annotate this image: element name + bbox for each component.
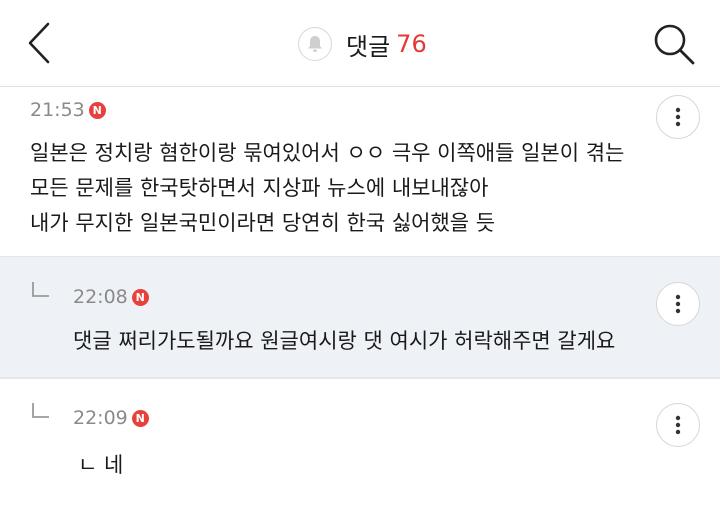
bell-icon xyxy=(308,36,322,52)
header-bar: 댓글 76 xyxy=(0,0,720,87)
notification-toggle[interactable] xyxy=(298,27,332,61)
comment-item: 21:53 N 일본은 정치랑 혐한이랑 묶여있어서 ㅇㅇ 극우 이쪽애들 일본… xyxy=(0,87,720,257)
page-title: 댓글 xyxy=(346,32,391,61)
comment-more-button[interactable] xyxy=(656,282,700,326)
more-vertical-icon xyxy=(675,415,681,435)
search-button[interactable] xyxy=(650,20,698,68)
new-badge: N xyxy=(131,288,149,306)
comment-meta: 22:08 N xyxy=(73,286,149,308)
more-vertical-icon xyxy=(675,294,681,314)
new-badge: N xyxy=(88,101,106,119)
new-badge: N xyxy=(131,409,149,427)
reply-comment-item: 22:08 N 댓글 쩌리가도될까요 원글여시랑 댓 여시가 허락해주면 갈게요 xyxy=(0,257,720,378)
reply-comment-item: 22:09 N ㄴ 네 xyxy=(0,378,720,514)
comment-text-line: 일본은 정치랑 혐한이랑 묶여있어서 ㅇㅇ 극우 이쪽애들 일본이 겪는 xyxy=(30,141,625,165)
back-button[interactable] xyxy=(22,20,62,66)
more-vertical-icon xyxy=(675,107,681,127)
comment-meta: 21:53 N xyxy=(30,99,106,121)
comment-meta: 22:09 N xyxy=(73,407,149,429)
reply-arrow-icon xyxy=(32,403,49,418)
comment-more-button[interactable] xyxy=(656,403,700,447)
header-title-group: 댓글 76 xyxy=(298,24,427,64)
comment-text-line: ㄴ 네 xyxy=(78,453,124,477)
comment-text-line: 내가 무지한 일본국민이라면 당연히 한국 싫어했을 듯 xyxy=(30,211,496,235)
comment-text-line: 모든 문제를 한국탓하면서 지상파 뉴스에 내보내잖아 xyxy=(30,176,489,200)
comment-time: 21:53 xyxy=(30,99,85,121)
reply-arrow-icon xyxy=(32,282,49,297)
comment-time: 22:09 xyxy=(73,407,128,429)
search-icon xyxy=(654,24,695,65)
comment-text-line: 댓글 쩌리가도될까요 원글여시랑 댓 여시가 허락해주면 갈게요 xyxy=(73,329,616,353)
comment-count: 76 xyxy=(396,30,427,58)
comment-more-button[interactable] xyxy=(656,95,700,139)
comment-time: 22:08 xyxy=(73,286,128,308)
chevron-left-icon xyxy=(28,22,50,64)
